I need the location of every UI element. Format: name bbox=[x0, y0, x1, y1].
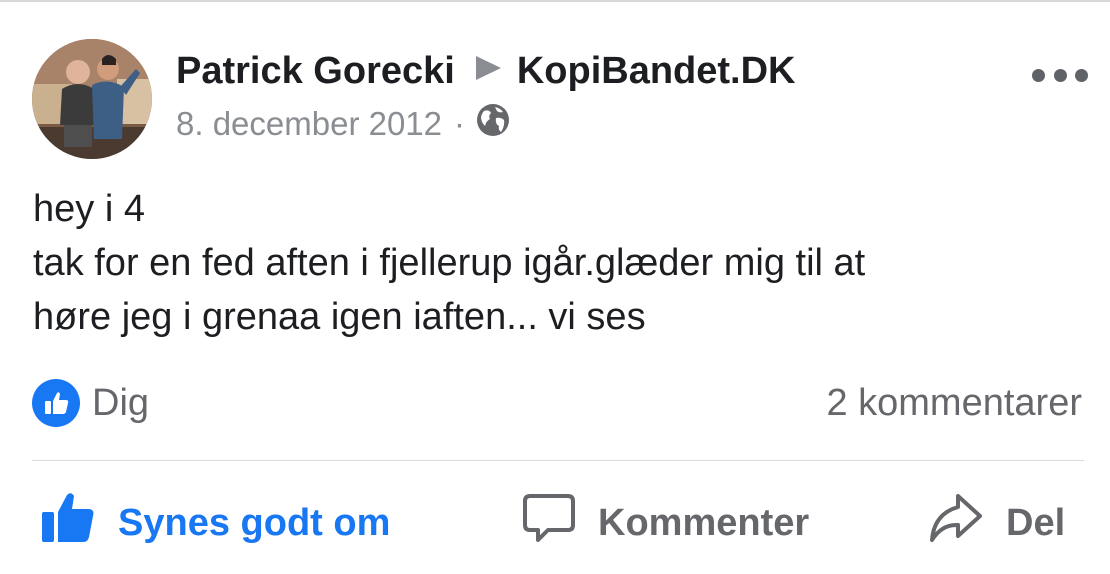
comment-button-label: Kommenter bbox=[598, 501, 810, 544]
post-text: hey i 4 tak for en fed aften i fjellerup… bbox=[33, 182, 1073, 344]
like-button-label: Synes godt om bbox=[118, 501, 391, 544]
post-text-line: høre jeg i grenaa igen iaften... vi ses bbox=[33, 296, 646, 338]
target-page-name[interactable]: KopiBandet.DK bbox=[517, 50, 796, 93]
actions-divider bbox=[32, 460, 1084, 461]
comments-count[interactable]: 2 kommentarer bbox=[826, 377, 1082, 429]
thumbs-up-icon bbox=[40, 490, 96, 556]
triangle-right-icon bbox=[473, 50, 503, 93]
globe-icon[interactable] bbox=[475, 102, 511, 146]
more-dots-icon[interactable] bbox=[1032, 64, 1088, 86]
share-button-label: Del bbox=[1006, 501, 1066, 544]
share-arrow-icon bbox=[928, 490, 984, 556]
top-divider bbox=[0, 0, 1110, 2]
comment-bubble-icon bbox=[522, 491, 576, 555]
post-date[interactable]: 8. december 2012 bbox=[176, 105, 442, 143]
post-header: Patrick Gorecki KopiBandet.DK bbox=[176, 48, 795, 94]
reactions-label: Dig bbox=[92, 381, 150, 424]
author-name[interactable]: Patrick Gorecki bbox=[176, 50, 455, 93]
share-button[interactable]: Del bbox=[928, 492, 1065, 554]
post-meta: 8. december 2012 · bbox=[176, 104, 511, 144]
reactions-summary[interactable]: Dig bbox=[32, 377, 149, 429]
post-text-line: hey i 4 bbox=[33, 188, 145, 230]
like-badge-icon bbox=[32, 379, 80, 427]
author-avatar[interactable] bbox=[32, 39, 152, 159]
comment-button[interactable]: Kommenter bbox=[522, 492, 809, 554]
post-text-line: tak for en fed aften i fjellerup igår.gl… bbox=[33, 242, 866, 284]
meta-separator: · bbox=[454, 105, 466, 142]
like-button[interactable]: Synes godt om bbox=[40, 492, 390, 554]
